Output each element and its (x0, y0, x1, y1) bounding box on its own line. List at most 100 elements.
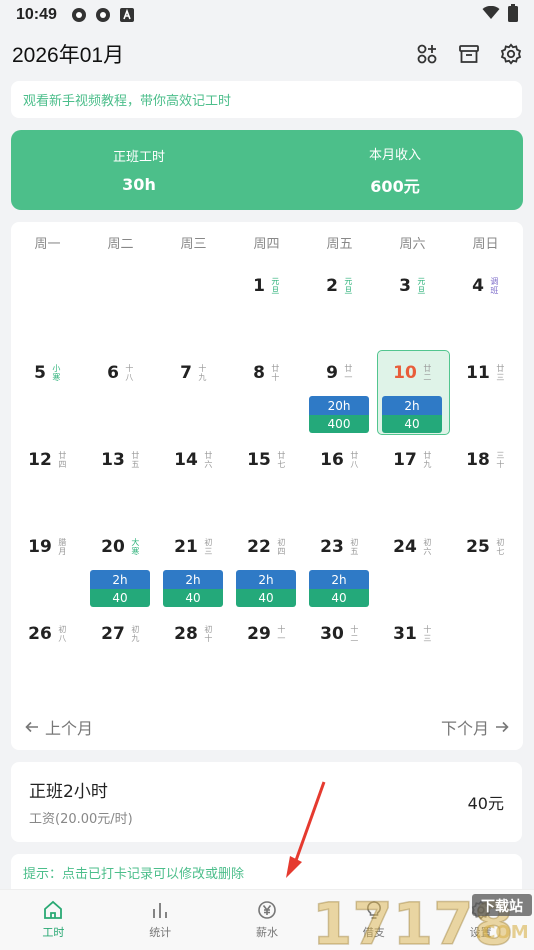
calendar-day-cell[interactable]: 11 廿三 (449, 349, 522, 436)
calendar-day-cell[interactable]: 31 十三 (376, 610, 449, 697)
tab-label: 借支 (362, 926, 385, 939)
calendar-day-cell[interactable]: 17 廿九 (376, 436, 449, 523)
calendar-day-cell[interactable]: 1 元旦 (230, 262, 303, 349)
tab-label: 工时 (42, 926, 65, 939)
income-label: 本月收入 (368, 147, 421, 163)
work-hours-summary: 正班工时 30h (11, 130, 267, 210)
day-number: 5 (34, 363, 46, 383)
calendar-day-cell[interactable]: 9 廿一 20h 400 (303, 349, 376, 436)
calendar-day-cell[interactable]: 26 初八 (11, 610, 84, 697)
tab-advance[interactable]: 借支 (320, 890, 427, 950)
day-record-badge[interactable]: 2h 40 (90, 570, 150, 607)
calendar-day-cell[interactable]: 23 初五 2h 40 (303, 523, 376, 610)
system-icons (482, 4, 518, 26)
lunar-date: 十二 (350, 625, 359, 643)
day-number: 19 (28, 537, 52, 557)
lunar-date: 廿二 (423, 364, 432, 382)
lunar-date: 廿九 (423, 451, 432, 469)
wifi-icon (482, 5, 500, 24)
next-month-button[interactable]: 下个月 (441, 715, 509, 739)
calendar-day-cell[interactable]: 2 元旦 (303, 262, 376, 349)
tutorial-banner[interactable]: 观看新手视频教程，带你高效记工时 (11, 81, 522, 118)
calendar-day-cell[interactable]: 7 十九 (157, 349, 230, 436)
day-number: 12 (28, 450, 52, 470)
day-number: 14 (174, 450, 198, 470)
lunar-date: 廿十 (271, 364, 280, 382)
calendar-day-cell[interactable]: 21 初三 2h 40 (157, 523, 230, 610)
lunar-date: 初三 (204, 538, 213, 556)
calendar-day-cell-today[interactable]: 10 廿二 2h 40 (376, 349, 450, 436)
day-number: 3 (399, 276, 411, 296)
tab-statistics[interactable]: 统计 (107, 890, 214, 950)
record-hours: 2h (90, 570, 150, 589)
work-record-card[interactable]: 正班2小时 工资(20.00元/时) 40元 (11, 762, 522, 842)
calendar-day-cell[interactable]: 27 初九 (84, 610, 157, 697)
calendar-day-cell[interactable]: 14 廿六 (157, 436, 230, 523)
calendar-day-cell[interactable]: 5 小寒 (11, 349, 84, 436)
weekday-label: 周六 (399, 236, 426, 252)
day-record-badge[interactable]: 20h 400 (309, 396, 369, 433)
day-number: 24 (393, 537, 417, 557)
day-record-badge[interactable]: 2h 40 (163, 570, 223, 607)
calendar-day-cell[interactable]: 15 廿七 (230, 436, 303, 523)
gear-icon[interactable] (500, 43, 522, 65)
day-record-badge[interactable]: 2h 40 (236, 570, 296, 607)
day-number: 27 (101, 624, 125, 644)
lunar-date: 廿一 (344, 364, 353, 382)
gear-icon (471, 900, 490, 920)
calendar-day-cell[interactable]: 28 初十 (157, 610, 230, 697)
weekday-label: 周日 (472, 236, 499, 252)
tab-salary[interactable]: 薪水 (214, 890, 321, 950)
home-icon (44, 900, 63, 919)
calendar-day-cell[interactable]: 6 十八 (84, 349, 157, 436)
record-title: 正班2小时 (29, 782, 108, 802)
lunar-date: 十一 (277, 625, 286, 643)
calendar-day-cell[interactable]: 4 调班 (449, 262, 522, 349)
arrow-left-icon (25, 721, 38, 733)
day-number: 1 (253, 276, 265, 296)
calendar-day-cell[interactable]: 18 三十 (449, 436, 522, 523)
record-money: 40 (309, 589, 369, 607)
tab-settings[interactable]: 设置 (427, 890, 534, 950)
month-title[interactable]: 2026年01月 (12, 39, 124, 69)
day-number: 16 (320, 450, 344, 470)
calendar-empty-cell (84, 262, 157, 349)
archive-box-icon[interactable] (458, 43, 480, 65)
calendar-day-cell[interactable]: 16 廿八 (303, 436, 376, 523)
lunar-date: 廿七 (277, 451, 286, 469)
calendar-day-cell[interactable]: 20 大寒 2h 40 (84, 523, 157, 610)
calendar-day-cell[interactable]: 29 十一 (230, 610, 303, 697)
day-number: 2 (326, 276, 338, 296)
calendar-day-cell[interactable]: 30 十二 (303, 610, 376, 697)
weekday-label: 周三 (180, 236, 207, 252)
calendar-day-cell[interactable]: 19 腊月 (11, 523, 84, 610)
lunar-date: 廿三 (496, 364, 505, 382)
battery-icon (508, 4, 518, 26)
calendar-day-cell[interactable]: 12 廿四 (11, 436, 84, 523)
bottom-tab-bar: 工时 统计 薪水 借支 设置 (0, 889, 534, 950)
day-number: 17 (393, 450, 417, 470)
category-add-icon[interactable] (416, 43, 438, 65)
calendar-week-row: 26 初八 27 初九 28 初十 29 十一 30 十二 31 十三 (11, 610, 523, 697)
calendar-day-cell[interactable]: 25 初七 (449, 523, 522, 610)
calendar-day-cell[interactable]: 3 元旦 (376, 262, 449, 349)
calendar-grid: 1 元旦 2 元旦 3 元旦 4 调班 5 小寒 6 十八 7 十九 8 廿十 9 廿一 20h 400 10 廿二 2h 4… (11, 262, 523, 697)
income-value: 600元 (370, 176, 420, 196)
record-hours: 2h (236, 570, 296, 589)
record-hours: 2h (382, 396, 442, 415)
calendar-week-row: 5 小寒 6 十八 7 十九 8 廿十 9 廿一 20h 400 10 廿二 2h 40 11 廿三 (11, 349, 523, 436)
day-record-badge[interactable]: 2h 40 (309, 570, 369, 607)
lunar-date: 初十 (204, 625, 213, 643)
prev-month-button[interactable]: 上个月 (25, 715, 93, 739)
record-hours: 2h (163, 570, 223, 589)
calendar-day-cell[interactable]: 8 廿十 (230, 349, 303, 436)
calendar-day-cell[interactable]: 24 初六 (376, 523, 449, 610)
next-month-label: 下个月 (440, 719, 489, 738)
day-record-badge[interactable]: 2h 40 (382, 396, 442, 433)
tab-worktime[interactable]: 工时 (0, 890, 107, 950)
arrow-right-icon (496, 721, 509, 733)
calendar-day-cell[interactable]: 13 廿五 (84, 436, 157, 523)
calendar-day-cell[interactable]: 22 初四 2h 40 (230, 523, 303, 610)
lunar-date: 大寒 (131, 538, 140, 556)
status-time: 10:49 (16, 6, 57, 23)
